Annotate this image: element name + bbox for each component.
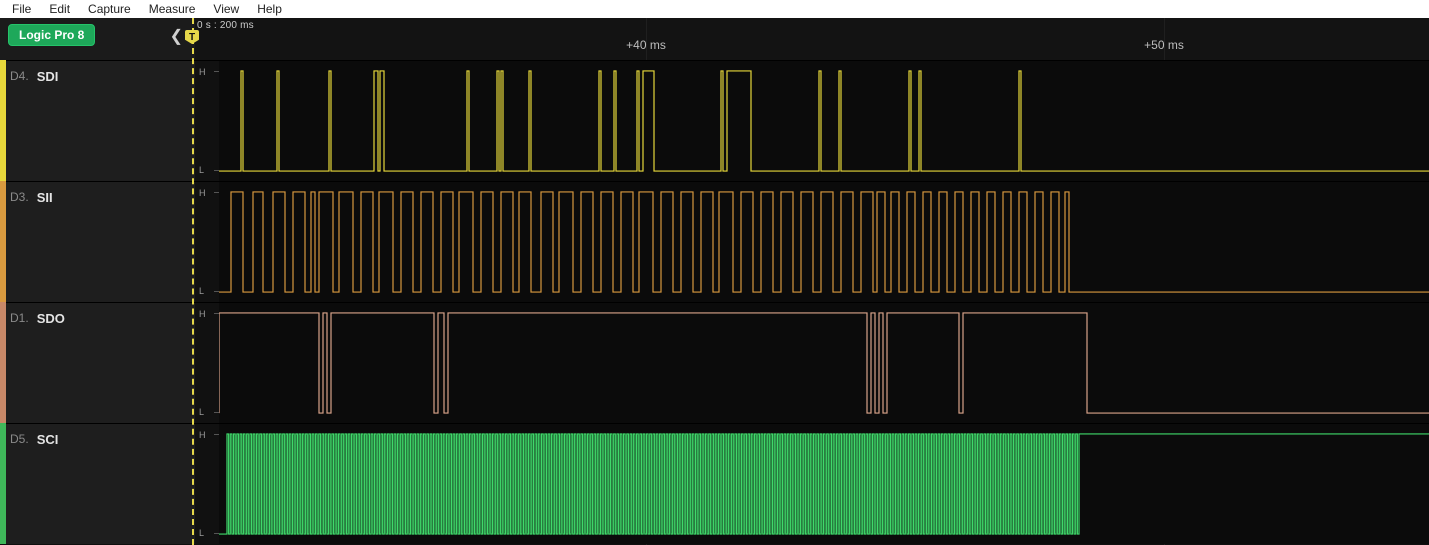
channel-name: SCI (37, 432, 59, 447)
tick-40ms: +40 ms (626, 38, 666, 52)
tick-50ms: +50 ms (1144, 38, 1184, 52)
channel-label-sii[interactable]: D3. SII (0, 182, 195, 302)
high-label: H (199, 188, 206, 198)
channel-label-sci[interactable]: D5. SCI (0, 424, 195, 544)
waveform-sdi[interactable] (219, 61, 1429, 181)
high-label: H (199, 430, 206, 440)
timeline-ruler[interactable]: 0 s : 200 ms +40 ms +50 ms T (195, 18, 1429, 60)
waveform-sci[interactable] (219, 424, 1429, 544)
channel-id: D1. (10, 311, 29, 325)
low-label: L (199, 528, 204, 538)
chevron-left-icon[interactable]: ❮ (170, 26, 183, 46)
waveform-sii[interactable] (219, 182, 1429, 302)
device-area: Logic Pro 8 ❮ (0, 18, 195, 60)
channel-gutter-sci: H L (195, 424, 219, 544)
low-label: L (199, 286, 204, 296)
device-badge[interactable]: Logic Pro 8 (8, 24, 95, 46)
channel-row-sdi: D4. SDI H L (0, 60, 1429, 181)
channel-color-sdi (0, 60, 6, 181)
channel-id: D3. (10, 190, 29, 204)
low-label: L (199, 165, 204, 175)
channel-name: SDI (37, 69, 59, 84)
channel-row-sci: D5. SCI H L (0, 423, 1429, 544)
high-label: H (199, 67, 206, 77)
menu-measure[interactable]: Measure (141, 2, 204, 16)
menu-view[interactable]: View (205, 2, 247, 16)
channel-color-sdo (0, 302, 6, 423)
menu-capture[interactable]: Capture (80, 2, 139, 16)
channel-id: D4. (10, 69, 29, 83)
menu-file[interactable]: File (4, 2, 39, 16)
channel-name: SDO (37, 311, 65, 326)
high-label: H (199, 309, 206, 319)
channel-gutter-sdi: H L (195, 61, 219, 181)
menu-help[interactable]: Help (249, 2, 290, 16)
low-label: L (199, 407, 204, 417)
channel-row-sii: D3. SII H L (0, 181, 1429, 302)
channel-label-sdi[interactable]: D4. SDI (0, 61, 195, 181)
channel-gutter-sii: H L (195, 182, 219, 302)
top-strip: Logic Pro 8 ❮ 0 s : 200 ms +40 ms +50 ms… (0, 18, 1429, 60)
channel-name: SII (37, 190, 53, 205)
trigger-line[interactable] (192, 18, 194, 545)
time-origin-label: 0 s : 200 ms (197, 20, 254, 31)
menu-edit[interactable]: Edit (41, 2, 78, 16)
app-frame: Logic Pro 8 ❮ 0 s : 200 ms +40 ms +50 ms… (0, 18, 1429, 545)
waveform-sdo[interactable] (219, 303, 1429, 423)
channel-label-sdo[interactable]: D1. SDO (0, 303, 195, 423)
channel-color-sci (0, 423, 6, 544)
channels: D4. SDI H L D3. SII H L (0, 60, 1429, 545)
channel-color-sii (0, 181, 6, 302)
channel-row-sdo: D1. SDO H L (0, 302, 1429, 423)
channel-id: D5. (10, 432, 29, 446)
channel-gutter-sdo: H L (195, 303, 219, 423)
menubar: File Edit Capture Measure View Help (0, 0, 1429, 18)
